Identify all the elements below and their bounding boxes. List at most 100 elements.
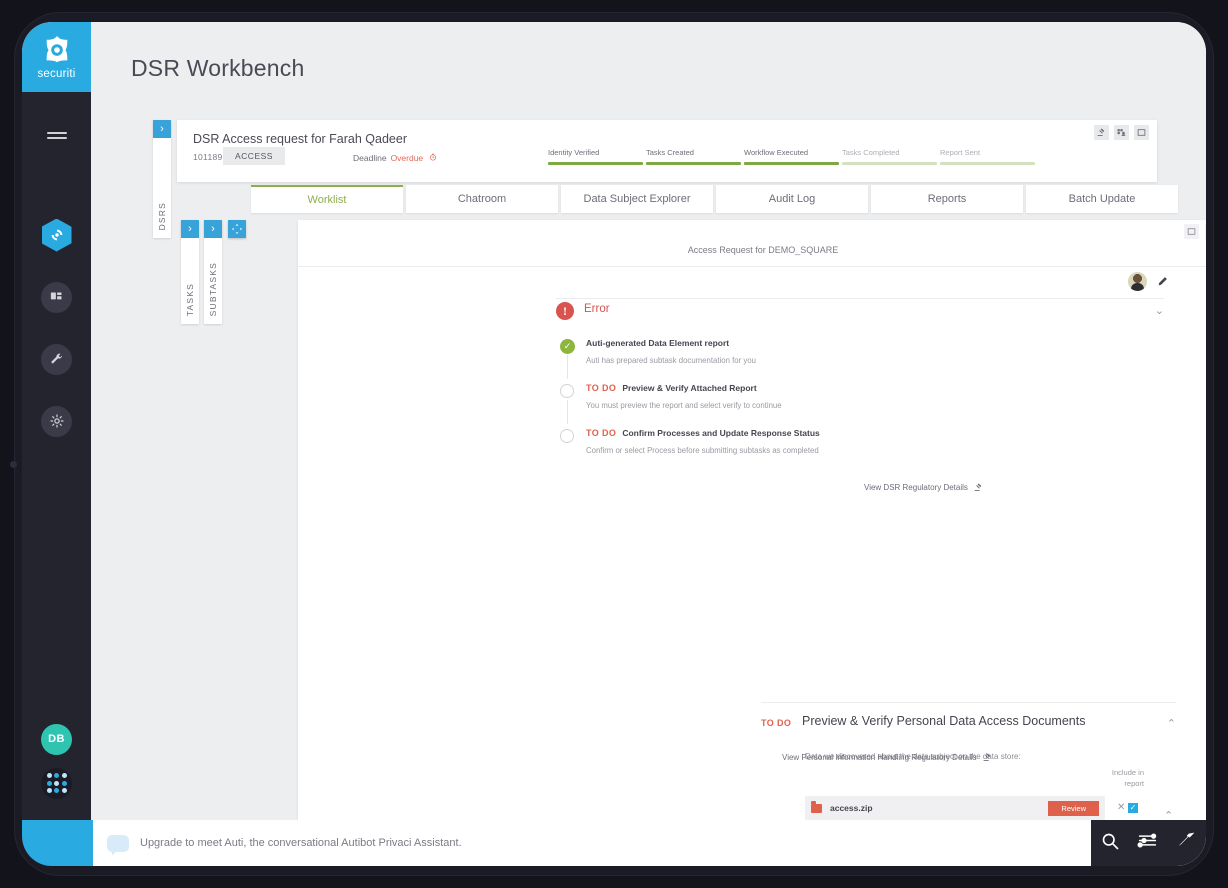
step-label: Tasks Created <box>646 148 694 157</box>
sidebar-item-privacy[interactable] <box>22 208 91 262</box>
search-button[interactable] <box>1100 831 1120 856</box>
main-tabs: Worklist Chatroom Data Subject Explorer … <box>251 185 1178 213</box>
tab-label: Batch Update <box>1068 193 1136 205</box>
step-label: Workflow Executed <box>744 148 809 157</box>
request-summary-card: DSR Access request for Farah Qadeer 1011… <box>177 120 1157 182</box>
tools-button[interactable] <box>1176 830 1197 856</box>
gear-icon <box>49 414 64 428</box>
app-launcher-button[interactable] <box>22 756 91 810</box>
gavel-icon <box>1097 128 1105 137</box>
sidebar-item-dashboard[interactable] <box>22 270 91 324</box>
search-icon <box>1102 833 1119 849</box>
app-grid-icon <box>41 767 72 799</box>
dashboard-icon <box>50 292 62 299</box>
expand-window-icon <box>1187 228 1196 235</box>
close-x-icon[interactable]: ✕ <box>1117 802 1125 813</box>
panel-toolbar <box>1184 224 1206 239</box>
avatar[interactable] <box>1128 272 1147 291</box>
chat-bubble-icon <box>107 834 129 852</box>
brand-name: securiti <box>37 67 76 80</box>
connector-line <box>567 400 568 424</box>
view-pi-handling-regulatory-details-link[interactable]: View Personal Information Handling Regul… <box>782 753 992 762</box>
tab-label: Worklist <box>307 194 347 206</box>
checklist-item-title: TO DO Preview & Verify Attached Report <box>586 383 1176 393</box>
connector-line <box>567 355 568 379</box>
vtab-tasks[interactable]: TASKS <box>181 238 199 324</box>
include-in-report-label: Include in report <box>1111 768 1144 788</box>
checklist-item-confirm-processes[interactable]: TO DO Confirm Processes and Update Respon… <box>556 428 1176 455</box>
assign-user-icon-button[interactable] <box>1114 125 1129 140</box>
status-bullet[interactable] <box>560 384 575 399</box>
expand-tasks-button[interactable]: › <box>181 220 199 238</box>
user-initials: DB <box>41 723 72 755</box>
expand-window-icon-button[interactable] <box>1134 125 1149 140</box>
divider <box>556 298 1164 299</box>
tab-chatroom[interactable]: Chatroom <box>406 185 558 213</box>
checklist-item-preview-verify[interactable]: TO DO Preview & Verify Attached Report Yo… <box>556 383 1176 424</box>
title-text: Confirm Processes and Update Response St… <box>622 428 820 438</box>
request-card-toolbar <box>1094 125 1149 140</box>
expand-fullscreen-button[interactable] <box>228 220 246 238</box>
error-exclamation-icon: ! <box>556 302 574 320</box>
gavel-icon-button[interactable] <box>1094 125 1109 140</box>
tab-batch-update[interactable]: Batch Update <box>1026 185 1178 213</box>
tab-data-subject-explorer[interactable]: Data Subject Explorer <box>561 185 713 213</box>
assign-user-icon <box>1117 129 1126 136</box>
left-nav-rail: securiti DB <box>22 22 91 866</box>
step-label: Identity Verified <box>548 148 600 157</box>
expand-dsrs-button[interactable]: › <box>153 120 171 138</box>
hexagon-privacy-icon <box>41 218 72 252</box>
sidebar-item-settings[interactable] <box>22 394 91 448</box>
status-bullet[interactable] <box>560 429 575 444</box>
error-banner[interactable]: ! Error ⌄ <box>556 302 1164 330</box>
chevron-up-icon[interactable]: ⌃ <box>1167 717 1176 730</box>
discovered-file-row: access.zip Review <box>805 796 1105 820</box>
request-deadline: Deadline Overdue <box>353 153 437 163</box>
filter-button[interactable] <box>1137 830 1158 856</box>
panel-history-button[interactable] <box>1205 224 1206 239</box>
review-button[interactable]: Review <box>1048 800 1099 816</box>
tab-audit-log[interactable]: Audit Log <box>716 185 868 213</box>
check-icon: ✓ <box>560 339 575 354</box>
divider <box>761 702 1176 703</box>
hamburger-menu-button[interactable] <box>22 108 91 162</box>
expand-subtasks-button[interactable]: › <box>204 220 222 238</box>
title-text: Preview & Verify Attached Report <box>622 383 757 393</box>
assistant-input-bar[interactable]: Upgrade to meet Auti, the conversational… <box>91 820 1091 866</box>
empty-circle-icon <box>560 429 574 443</box>
workspace: DSR Workbench › DSRS › TASKS › SUBTASKS <box>91 22 1206 866</box>
checklist-item-desc: You must preview the report and select v… <box>586 401 782 410</box>
sidebar-item-tools[interactable] <box>22 332 91 386</box>
request-id: 101189 <box>193 152 223 162</box>
link-label: View Personal Information Handling Regul… <box>782 753 977 762</box>
page-title: DSR Workbench <box>131 55 305 81</box>
brand-logo[interactable]: securiti <box>22 22 91 92</box>
clock-alert-icon <box>429 153 436 161</box>
zip-folder-icon <box>811 801 822 813</box>
include-in-report-checkbox[interactable]: ✓ <box>1128 803 1138 813</box>
tab-label: Chatroom <box>457 193 507 205</box>
panel-expand-button[interactable] <box>1184 224 1199 239</box>
vtab-dsrs-label: DSRS <box>157 201 167 230</box>
vtab-subtasks-label: SUBTASKS <box>208 261 218 316</box>
chevron-down-icon[interactable]: ⌄ <box>1155 304 1164 317</box>
divider <box>298 266 1206 267</box>
step-label: Tasks Completed <box>842 148 900 157</box>
bottom-bar-actions <box>1091 820 1206 866</box>
step-workflow-executed: Workflow Executed <box>744 148 839 165</box>
checklist-item-desc: Auti has prepared subtask documentation … <box>586 356 756 365</box>
bottom-bar-brand-block <box>22 820 91 866</box>
vtab-subtasks[interactable]: SUBTASKS <box>204 238 222 324</box>
vtab-dsrs[interactable]: DSRS <box>153 138 171 238</box>
todo-tag: TO DO <box>586 383 617 393</box>
section-title: Preview & Verify Personal Data Access Do… <box>802 714 1086 728</box>
tab-worklist[interactable]: Worklist <box>251 185 403 213</box>
tab-label: Reports <box>927 193 967 205</box>
checklist-item-auti-report[interactable]: ✓ Auti-generated Data Element report Aut… <box>556 338 1176 379</box>
view-dsr-regulatory-details-link[interactable]: View DSR Regulatory Details <box>864 483 983 492</box>
pencil-edit-icon[interactable] <box>1157 276 1168 287</box>
tab-reports[interactable]: Reports <box>871 185 1023 213</box>
filter-sliders-icon <box>1138 833 1157 848</box>
device-side-button <box>10 461 17 468</box>
link-label: View DSR Regulatory Details <box>864 483 968 492</box>
